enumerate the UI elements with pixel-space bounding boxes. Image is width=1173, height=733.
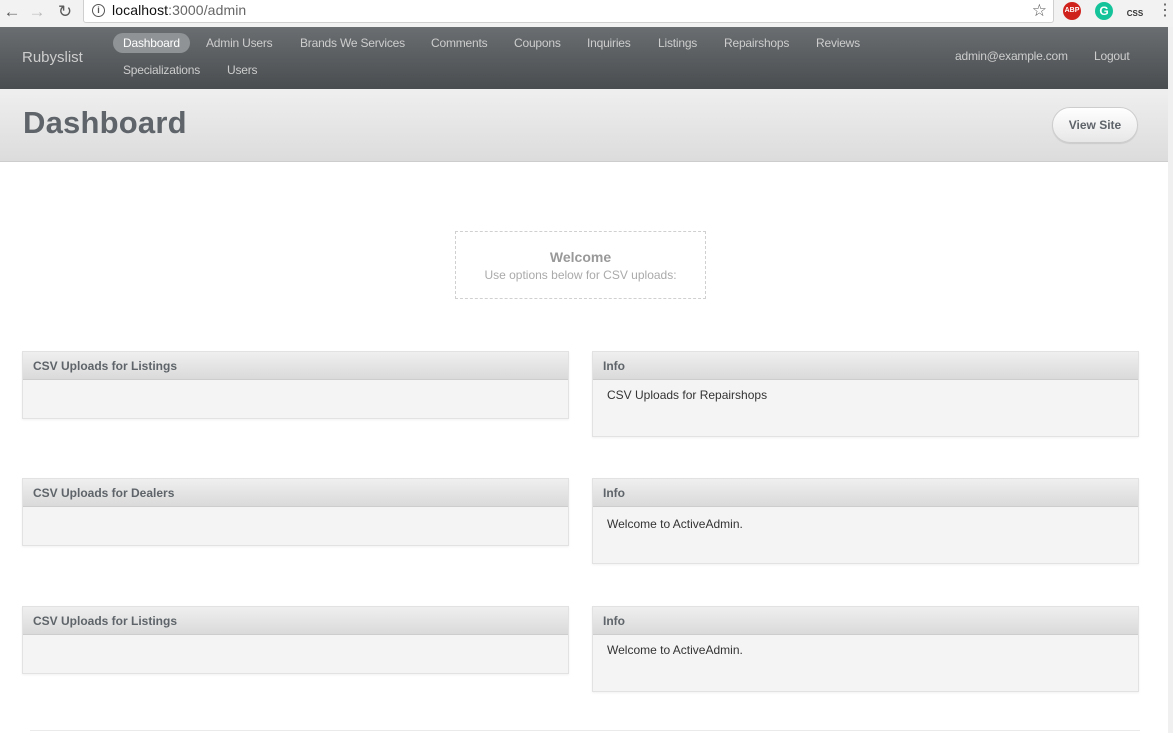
welcome-title: Welcome <box>549 249 612 265</box>
url-host: localhost <box>112 2 169 18</box>
menu-item-brands-we-services[interactable]: Brands We Services <box>290 33 415 53</box>
panel-body <box>23 635 568 651</box>
panel-body <box>23 380 568 396</box>
menu-item-inquiries[interactable]: Inquiries <box>577 33 641 53</box>
logout-link[interactable]: Logout <box>1094 47 1130 65</box>
divider <box>30 730 1140 731</box>
url-path: :3000/admin <box>168 2 247 18</box>
bookmark-star-icon[interactable]: ☆ <box>1032 0 1047 22</box>
url-text[interactable]: localhost:3000/admin <box>112 2 246 18</box>
panel-info: Info CSV Uploads for Repairshops <box>592 351 1139 437</box>
panel-title: Info <box>593 607 1138 635</box>
site-title[interactable]: Rubyslist <box>22 49 83 66</box>
panel-title: CSV Uploads for Listings <box>23 352 568 380</box>
panel-body: Welcome to ActiveAdmin. <box>607 517 743 531</box>
view-site-button[interactable]: View Site <box>1052 107 1138 143</box>
reload-icon[interactable]: ↻ <box>55 2 75 22</box>
browser-toolbar: ← → ↻ i localhost:3000/admin ☆ ABP G CSS… <box>0 0 1173 27</box>
panel-body: CSV Uploads for Repairshops <box>607 388 768 402</box>
panel-title: CSV Uploads for Dealers <box>23 479 568 507</box>
menu-item-users[interactable]: Users <box>217 60 267 80</box>
panel-csv-uploads-listings: CSV Uploads for Listings <box>22 351 569 419</box>
panel-csv-uploads-dealers: CSV Uploads for Dealers <box>22 478 569 546</box>
panel-body <box>23 507 568 523</box>
adblock-extension-icon[interactable]: ABP <box>1063 2 1081 20</box>
menu-item-comments[interactable]: Comments <box>421 33 497 53</box>
menu-item-admin-users[interactable]: Admin Users <box>196 33 282 53</box>
menu-item-specializations[interactable]: Specializations <box>113 60 210 80</box>
current-user-link[interactable]: admin@example.com <box>955 47 1068 65</box>
grammarly-extension-icon[interactable]: G <box>1095 2 1113 20</box>
welcome-box: Welcome Use options below for CSV upload… <box>455 231 706 299</box>
panel-title: Info <box>593 352 1138 380</box>
panel-csv-uploads-listings: CSV Uploads for Listings <box>22 606 569 674</box>
menu-item-reviews[interactable]: Reviews <box>806 33 870 53</box>
panel-title: Info <box>593 479 1138 507</box>
panel-info: Info Welcome to ActiveAdmin. <box>592 478 1139 564</box>
back-icon[interactable]: ← <box>2 2 22 22</box>
menu-item-repairshops[interactable]: Repairshops <box>714 33 799 53</box>
panel-body: Welcome to ActiveAdmin. <box>607 643 743 657</box>
address-bar[interactable]: i localhost:3000/admin ☆ <box>83 0 1054 23</box>
scrollbar[interactable] <box>1168 27 1173 733</box>
css-extension-icon[interactable]: CSS <box>1126 2 1144 20</box>
panel-title: CSV Uploads for Listings <box>23 607 568 635</box>
browser-menu-icon[interactable]: ⋮ <box>1157 1 1173 21</box>
menu-item-dashboard[interactable]: Dashboard <box>113 33 190 53</box>
info-icon[interactable]: i <box>92 4 105 17</box>
page-title: Dashboard <box>23 105 187 140</box>
welcome-subtitle: Use options below for CSV uploads: <box>484 268 677 282</box>
title-bar: Dashboard View Site <box>0 89 1168 162</box>
admin-header: Rubyslist Dashboard Admin Users Brands W… <box>0 27 1168 89</box>
forward-icon[interactable]: → <box>27 2 47 22</box>
menu-item-coupons[interactable]: Coupons <box>504 33 571 53</box>
panel-info: Info Welcome to ActiveAdmin. <box>592 606 1139 692</box>
menu-item-listings[interactable]: Listings <box>648 33 707 53</box>
